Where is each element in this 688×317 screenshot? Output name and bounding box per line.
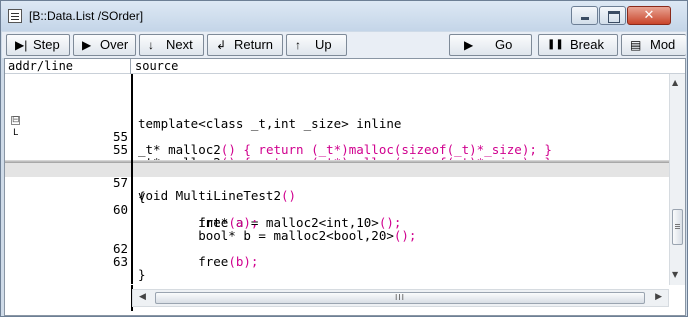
code-line[interactable]: template<class _t,int _size> inline	[5, 104, 669, 130]
close-icon: ✕	[643, 8, 655, 23]
window-title: [B::Data.List /SOrder]	[29, 9, 144, 23]
source-column-header[interactable]: source	[133, 59, 178, 73]
horizontal-scroll-thumb[interactable]: III	[155, 292, 645, 304]
source-panel: addr/line source ⊟ L template<class _t,i…	[4, 58, 686, 316]
bottom-bar: ◀ III ▶	[5, 285, 685, 315]
next-label: Next	[166, 37, 193, 52]
break-button[interactable]: ❚❚ Break	[538, 34, 618, 56]
next-button[interactable]: ↓ Next	[139, 34, 204, 56]
code-line[interactable]: 60 int* a = malloc2<int,10>();	[5, 190, 669, 229]
play-icon: ▶	[464, 38, 474, 52]
code-line[interactable]: bool* b = malloc2<bool,20>();	[5, 216, 669, 242]
code-line[interactable]: {	[5, 177, 669, 203]
scroll-right-icon[interactable]: ▶	[655, 292, 662, 302]
minimize-button[interactable]	[571, 6, 598, 25]
scroll-down-icon[interactable]: ▼	[672, 270, 678, 279]
step-icon: ▶|	[15, 38, 28, 52]
code-line[interactable]: 55 _t* malloc2() { return (_t*)malloc(si…	[5, 130, 669, 169]
step-label: Step	[33, 37, 60, 52]
go-label: Go	[495, 37, 513, 52]
maximize-button[interactable]	[599, 6, 626, 25]
source-text: free(b);	[138, 254, 259, 269]
scroll-left-icon[interactable]: ◀	[139, 292, 146, 302]
debug-toolbar: ▶| Step ▶ Over ↓ Next ↲ Return ↑ Up ▶ Go…	[2, 32, 686, 58]
gutter-divider	[131, 74, 133, 284]
over-button[interactable]: ▶ Over	[73, 34, 136, 56]
vertical-scroll-thumb[interactable]	[672, 209, 683, 245]
line-number: 63	[112, 254, 128, 269]
code-line[interactable]: 63 }	[5, 242, 669, 281]
break-label: Break	[570, 37, 604, 52]
horizontal-scrollbar[interactable]: ◀ III ▶	[132, 289, 669, 307]
window-list-icon	[8, 9, 22, 23]
return-label: Return	[234, 37, 274, 52]
line-number: 55	[112, 142, 128, 157]
mode-button[interactable]: ▤ Mod	[621, 34, 686, 56]
go-button[interactable]: ▶ Go	[449, 34, 532, 56]
mode-label: Mod	[650, 37, 676, 52]
over-label: Over	[100, 37, 129, 52]
code-area[interactable]: ⊟ L template<class _t,int _size> inline …	[5, 74, 669, 285]
up-arrow-icon: ↑	[295, 38, 301, 52]
addr-line-column-header[interactable]: addr/line	[5, 59, 131, 74]
vertical-scrollbar[interactable]: ▲ ▼	[669, 74, 685, 285]
close-button[interactable]: ✕	[627, 6, 671, 25]
mode-icon: ▤	[630, 38, 642, 52]
code-line-current-function[interactable]: 57 void MultiLineTest2()	[5, 163, 669, 202]
title-bar[interactable]: [B::Data.List /SOrder] ✕	[1, 1, 687, 31]
grip-icon: III	[394, 293, 406, 302]
down-arrow-icon: ↓	[148, 38, 154, 52]
pause-icon: ❚❚	[547, 39, 564, 50]
scroll-up-icon[interactable]: ▲	[672, 78, 678, 87]
return-icon: ↲	[216, 38, 227, 52]
return-button[interactable]: ↲ Return	[207, 34, 283, 56]
step-over-icon: ▶	[82, 38, 92, 52]
column-header: addr/line source	[5, 59, 685, 74]
code-line[interactable]: 55 _t* malloc2() { return (_t*)malloc(si…	[5, 117, 669, 156]
source-list-window: [B::Data.List /SOrder] ✕ ▶| Step ▶ Over …	[0, 0, 688, 317]
step-button[interactable]: ▶| Step	[6, 34, 70, 56]
code-line[interactable]: 62 free(b);	[5, 229, 669, 268]
up-label: Up	[315, 37, 332, 52]
code-line[interactable]: free(a);	[5, 203, 669, 229]
source-text: }	[138, 267, 146, 282]
up-button[interactable]: ↑ Up	[286, 34, 347, 56]
